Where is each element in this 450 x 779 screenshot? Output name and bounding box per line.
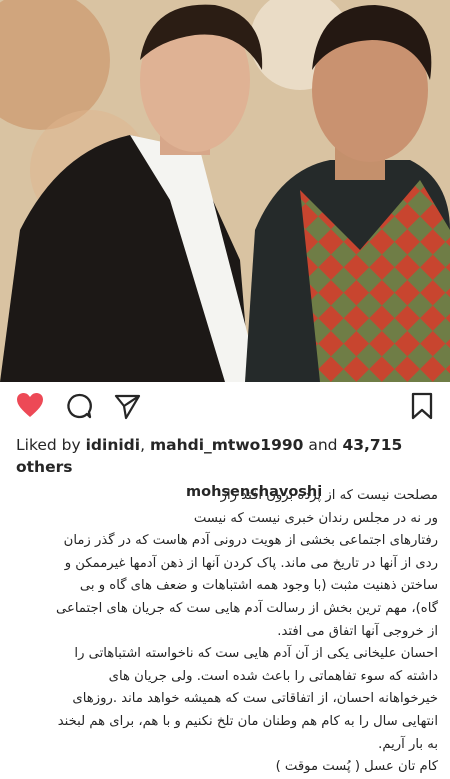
- caption-line: ور نه در مجلس رندان خبری نیست که نیست: [193, 510, 438, 526]
- likes-summary: Liked by idinidi, mahdi_mtwo1990 and 43,…: [16, 434, 436, 478]
- post-caption: مصلحت نیست که از پرده برون افتد راز ور ن…: [12, 485, 438, 779]
- caption-line: گاه)، مهم ترین بخش از رسالت آدم هایی ست …: [56, 600, 438, 616]
- photo-illustration: [0, 0, 450, 382]
- likes-and: and: [303, 436, 343, 454]
- post-photo[interactable]: [0, 0, 450, 382]
- caption-line: مصلحت نیست که از پرده برون افتد راز: [220, 488, 438, 503]
- caption-line: کام تان عسل ( پُست موقت ): [275, 759, 438, 775]
- caption-line: از خروجی آنها اتفاق می افتد.: [277, 623, 438, 639]
- likes-separator: ,: [140, 436, 150, 454]
- comment-icon[interactable]: [65, 392, 92, 419]
- likes-prefix: Liked by: [16, 436, 86, 454]
- action-bar: [0, 382, 450, 428]
- caption-line: رفتارهای اجتماعی بخشی از هویت درونی آدم …: [63, 533, 438, 549]
- caption-line: ردی از آنها در تاریخ می ماند. پاک کردن آ…: [64, 555, 438, 571]
- caption-line: ساختن ذهنیت مثبت (با وجود همه اشتباهات و…: [79, 578, 438, 594]
- liker-link-1[interactable]: idinidi: [86, 436, 140, 454]
- caption-line: انتهایی سال را به کام هم وطنان مان تلخ ن…: [57, 713, 438, 729]
- bookmark-icon[interactable]: [410, 392, 436, 420]
- likes-others[interactable]: others: [16, 458, 72, 476]
- likes-count[interactable]: 43,715: [342, 436, 402, 454]
- caption-line: داشته که سوء تفاهماتی را باعث شده است. و…: [108, 668, 438, 684]
- caption-line: احسان علیخانی یکی از آن آدم هایی ست که ن…: [74, 646, 438, 662]
- liker-link-2[interactable]: mahdi_mtwo1990: [150, 436, 303, 454]
- heart-icon[interactable]: [16, 392, 43, 418]
- caption-line: خیرخواهانه احسان، از اتفاقاتی ست که همیش…: [72, 691, 438, 707]
- caption-line: به بار آریم.: [378, 736, 438, 752]
- share-icon[interactable]: [113, 392, 141, 420]
